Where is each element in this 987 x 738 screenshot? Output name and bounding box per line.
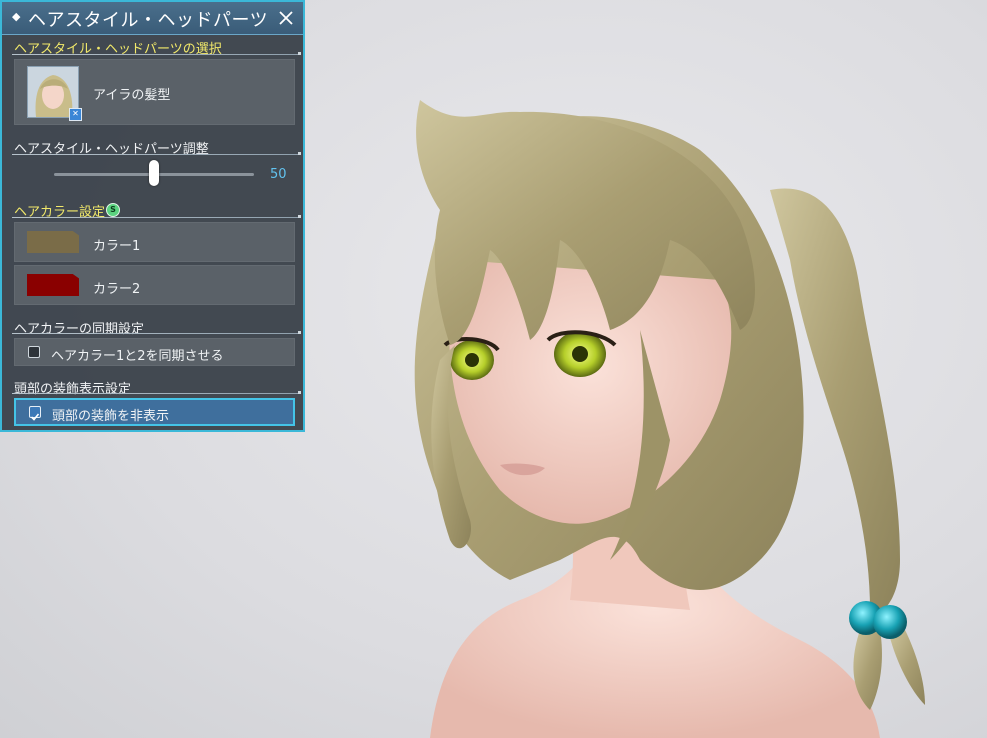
hide-deco-checkbox-row[interactable]: 頭部の装飾を非表示	[14, 398, 295, 426]
color2-swatch	[27, 274, 79, 296]
section-divider	[12, 331, 301, 334]
color1-label: カラー1	[93, 239, 141, 254]
hide-deco-checkbox-label: 頭部の装飾を非表示	[52, 409, 170, 424]
hair-bead-2	[873, 605, 907, 639]
sync-checkbox-label: ヘアカラー1と2を同期させる	[51, 349, 224, 364]
panel-title: ヘアスタイル・ヘッドパーツ	[28, 10, 269, 31]
close-icon[interactable]	[275, 7, 297, 29]
section-title-sync: ヘアカラーの同期設定	[14, 322, 145, 337]
hairstyle-panel: ◆ ヘアスタイル・ヘッドパーツ ヘアスタイル・ヘッドパーツの選択 ✕ アイラの髪…	[0, 0, 305, 432]
section-divider	[12, 391, 301, 394]
color2-label: カラー2	[93, 282, 141, 297]
color1-swatch	[27, 231, 79, 253]
color2-button[interactable]: カラー2	[14, 265, 295, 305]
hairstyle-select-button[interactable]: ✕ アイラの髪型	[14, 59, 295, 125]
section-title-head-deco: 頭部の装飾表示設定	[14, 382, 132, 397]
checkmark-icon	[30, 413, 40, 421]
adjust-slider-value: 50	[270, 167, 287, 182]
color1-button[interactable]: カラー1	[14, 222, 295, 262]
hide-deco-checkbox[interactable]	[29, 406, 41, 421]
x-badge-icon: ✕	[69, 108, 82, 121]
section-divider	[12, 152, 301, 155]
diamond-icon: ◆	[12, 10, 21, 23]
section-divider	[12, 52, 301, 55]
sync-checkbox-row[interactable]: ヘアカラー1と2を同期させる	[14, 338, 295, 366]
section-divider	[12, 215, 301, 218]
adjust-slider-handle[interactable]	[149, 160, 159, 186]
panel-titlebar[interactable]: ◆ ヘアスタイル・ヘッドパーツ	[2, 2, 303, 35]
hairstyle-name: アイラの髪型	[93, 88, 171, 103]
sync-checkbox[interactable]	[28, 346, 40, 358]
s-badge-icon: S	[106, 203, 120, 217]
